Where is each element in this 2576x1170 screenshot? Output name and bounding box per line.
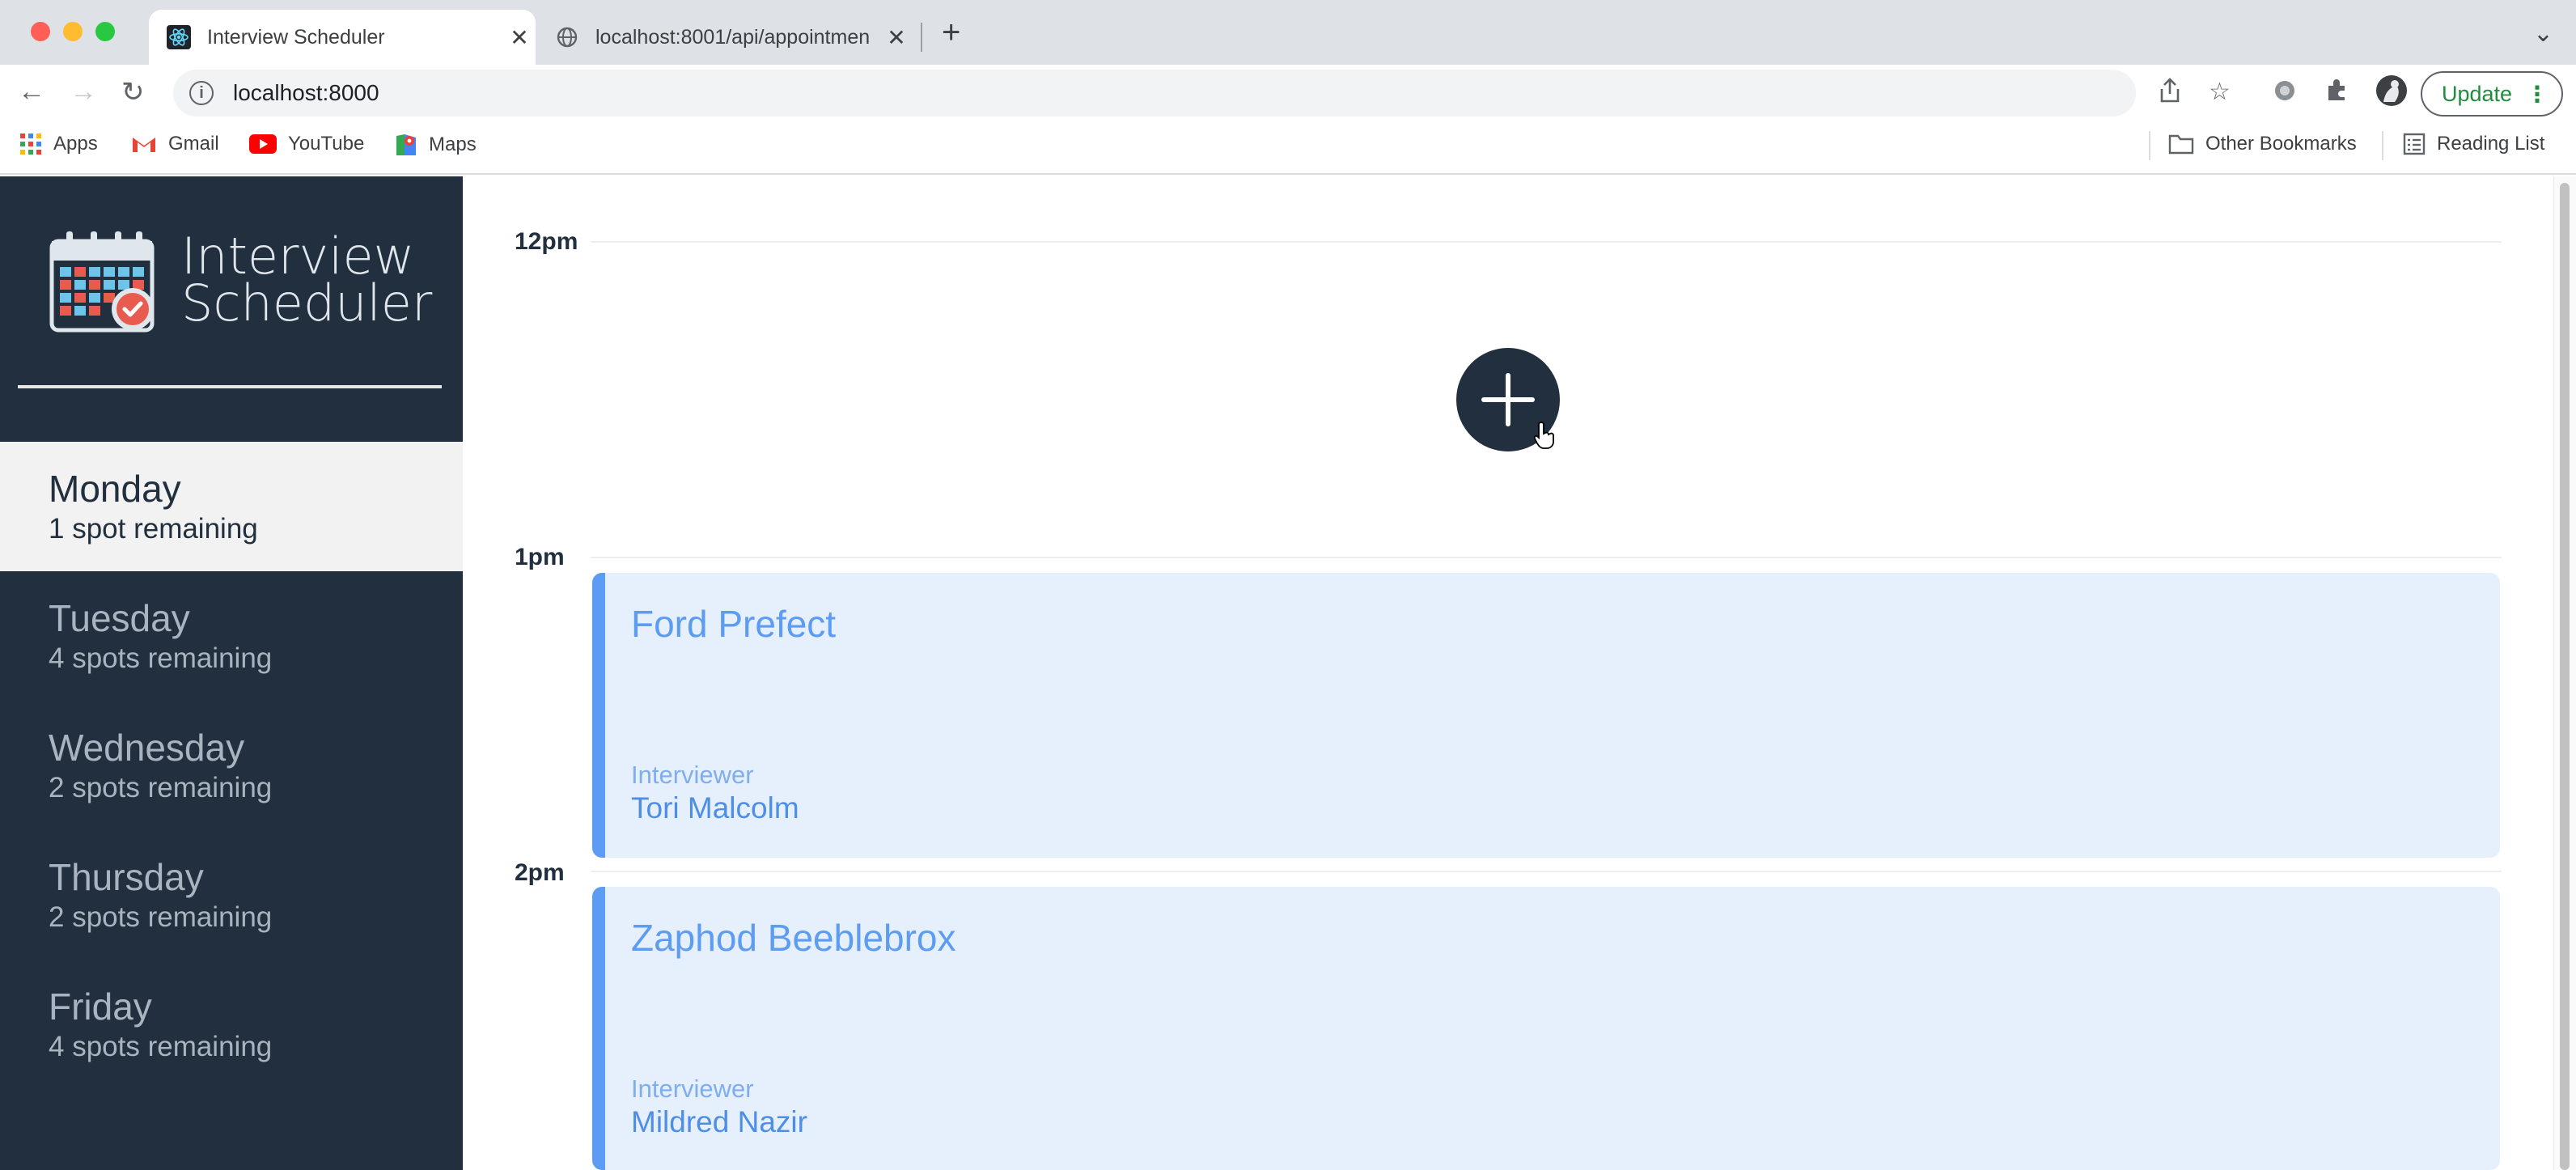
react-favicon-icon [167,25,191,49]
close-icon[interactable]: ✕ [880,24,913,51]
logo-line-2: Scheduler [181,273,433,333]
day-name: Friday [49,986,152,1028]
day-name: Wednesday [49,727,245,769]
forward-icon[interactable]: → [70,76,97,108]
appointment-student-name: Zaphod Beeblebrox [631,917,956,959]
day-item-monday[interactable]: Monday 1 spot remaining [0,442,463,571]
calendar-logo-icon [49,231,159,339]
time-divider [591,241,2502,243]
youtube-icon [249,134,277,154]
day-spots: 2 spots remaining [49,772,273,803]
day-item-tuesday[interactable]: Tuesday 4 spots remaining [0,571,463,701]
day-item-friday[interactable]: Friday 4 spots remaining [0,960,463,1089]
maps-icon [395,133,417,157]
bookmark-label: YouTube [288,133,365,155]
new-tab-plus-icon[interactable]: + [942,15,960,51]
hand-cursor-icon [1533,421,1557,454]
bookmark-label: Other Bookmarks [2205,133,2357,155]
more-vert-icon: ⋮ [2526,82,2548,107]
apps-grid-icon [19,133,42,155]
minimize-window-button[interactable] [63,22,83,41]
interviewer-name: Mildred Nazir [631,1105,807,1138]
update-label: Update [2442,81,2513,106]
globe-icon [555,25,579,49]
interviewer-label: Interviewer [631,1075,754,1103]
tab-interview-scheduler[interactable]: Interview Scheduler ✕ [149,10,536,65]
bookmark-label: Apps [53,133,98,155]
day-spots: 4 spots remaining [49,642,273,674]
close-window-button[interactable] [31,22,50,41]
appointment-card[interactable]: Zaphod Beeblebrox Interviewer Mildred Na… [592,887,2500,1170]
time-divider [591,557,2502,558]
bookmark-youtube[interactable]: YouTube [249,133,364,155]
folder-icon [2168,134,2194,155]
extension-icon[interactable] [2272,78,2298,110]
time-divider [591,871,2502,872]
bookmark-label: Maps [429,134,477,155]
bookmark-separator [2382,131,2383,160]
time-label-2pm: 2pm [515,859,565,886]
close-icon[interactable]: ✕ [503,24,536,51]
day-name: Tuesday [49,597,190,639]
bookmark-label: Reading List [2437,133,2545,155]
gmail-icon [131,134,157,154]
bookmark-maps[interactable]: Maps [395,133,477,157]
appointment-student-name: Ford Prefect [631,603,837,645]
bookmark-other-bookmarks[interactable]: Other Bookmarks [2168,133,2357,155]
maximize-window-button[interactable] [95,22,115,41]
app-logo-text: Interview Scheduler [181,231,433,333]
bookmark-gmail[interactable]: Gmail [131,133,219,155]
bookmark-label: Gmail [168,133,219,155]
profile-avatar[interactable] [2375,74,2408,113]
scrollbar-thumb[interactable] [2560,183,2570,1170]
update-button[interactable]: Update ⋮ [2421,71,2563,117]
logo-divider [18,385,442,388]
tab-separator [921,23,922,52]
day-name: Monday [49,468,181,510]
star-icon[interactable]: ☆ [2209,78,2231,106]
time-label-12pm: 12pm [515,228,578,255]
chevron-down-icon[interactable]: ⌄ [2533,19,2553,48]
day-spots: 4 spots remaining [49,1031,273,1062]
plus-icon [1481,373,1535,426]
day-item-wednesday[interactable]: Wednesday 2 spots remaining [0,701,463,830]
time-label-1pm: 1pm [515,544,565,570]
day-spots: 1 spot remaining [49,513,258,545]
day-item-thursday[interactable]: Thursday 2 spots remaining [0,830,463,960]
bookmark-apps[interactable]: Apps [19,133,98,155]
tab-title: localhost:8001/api/appointmen [595,25,871,49]
share-icon[interactable] [2159,78,2181,110]
info-icon[interactable]: i [189,81,214,105]
browser-tab-strip: Interview Scheduler ✕ localhost:8001/api… [0,0,2576,65]
tab-api-appointments[interactable]: localhost:8001/api/appointmen ✕ [542,10,913,65]
reading-list-icon [2403,133,2426,155]
back-icon[interactable]: ← [18,76,45,108]
bookmark-reading-list[interactable]: Reading List [2403,133,2544,155]
appointment-card[interactable]: Ford Prefect Interviewer Tori Malcolm [592,573,2500,858]
day-name: Thursday [49,856,204,898]
url-text: localhost:8000 [233,80,379,105]
address-bar[interactable]: i localhost:8000 [173,70,2136,117]
day-spots: 2 spots remaining [49,901,273,933]
bookmark-separator [2149,131,2150,160]
interviewer-label: Interviewer [631,761,754,789]
tab-title: Interview Scheduler [207,25,385,49]
interviewer-name: Tori Malcolm [631,791,799,825]
reload-icon[interactable]: ↻ [121,76,145,108]
puzzle-icon[interactable] [2325,78,2349,108]
